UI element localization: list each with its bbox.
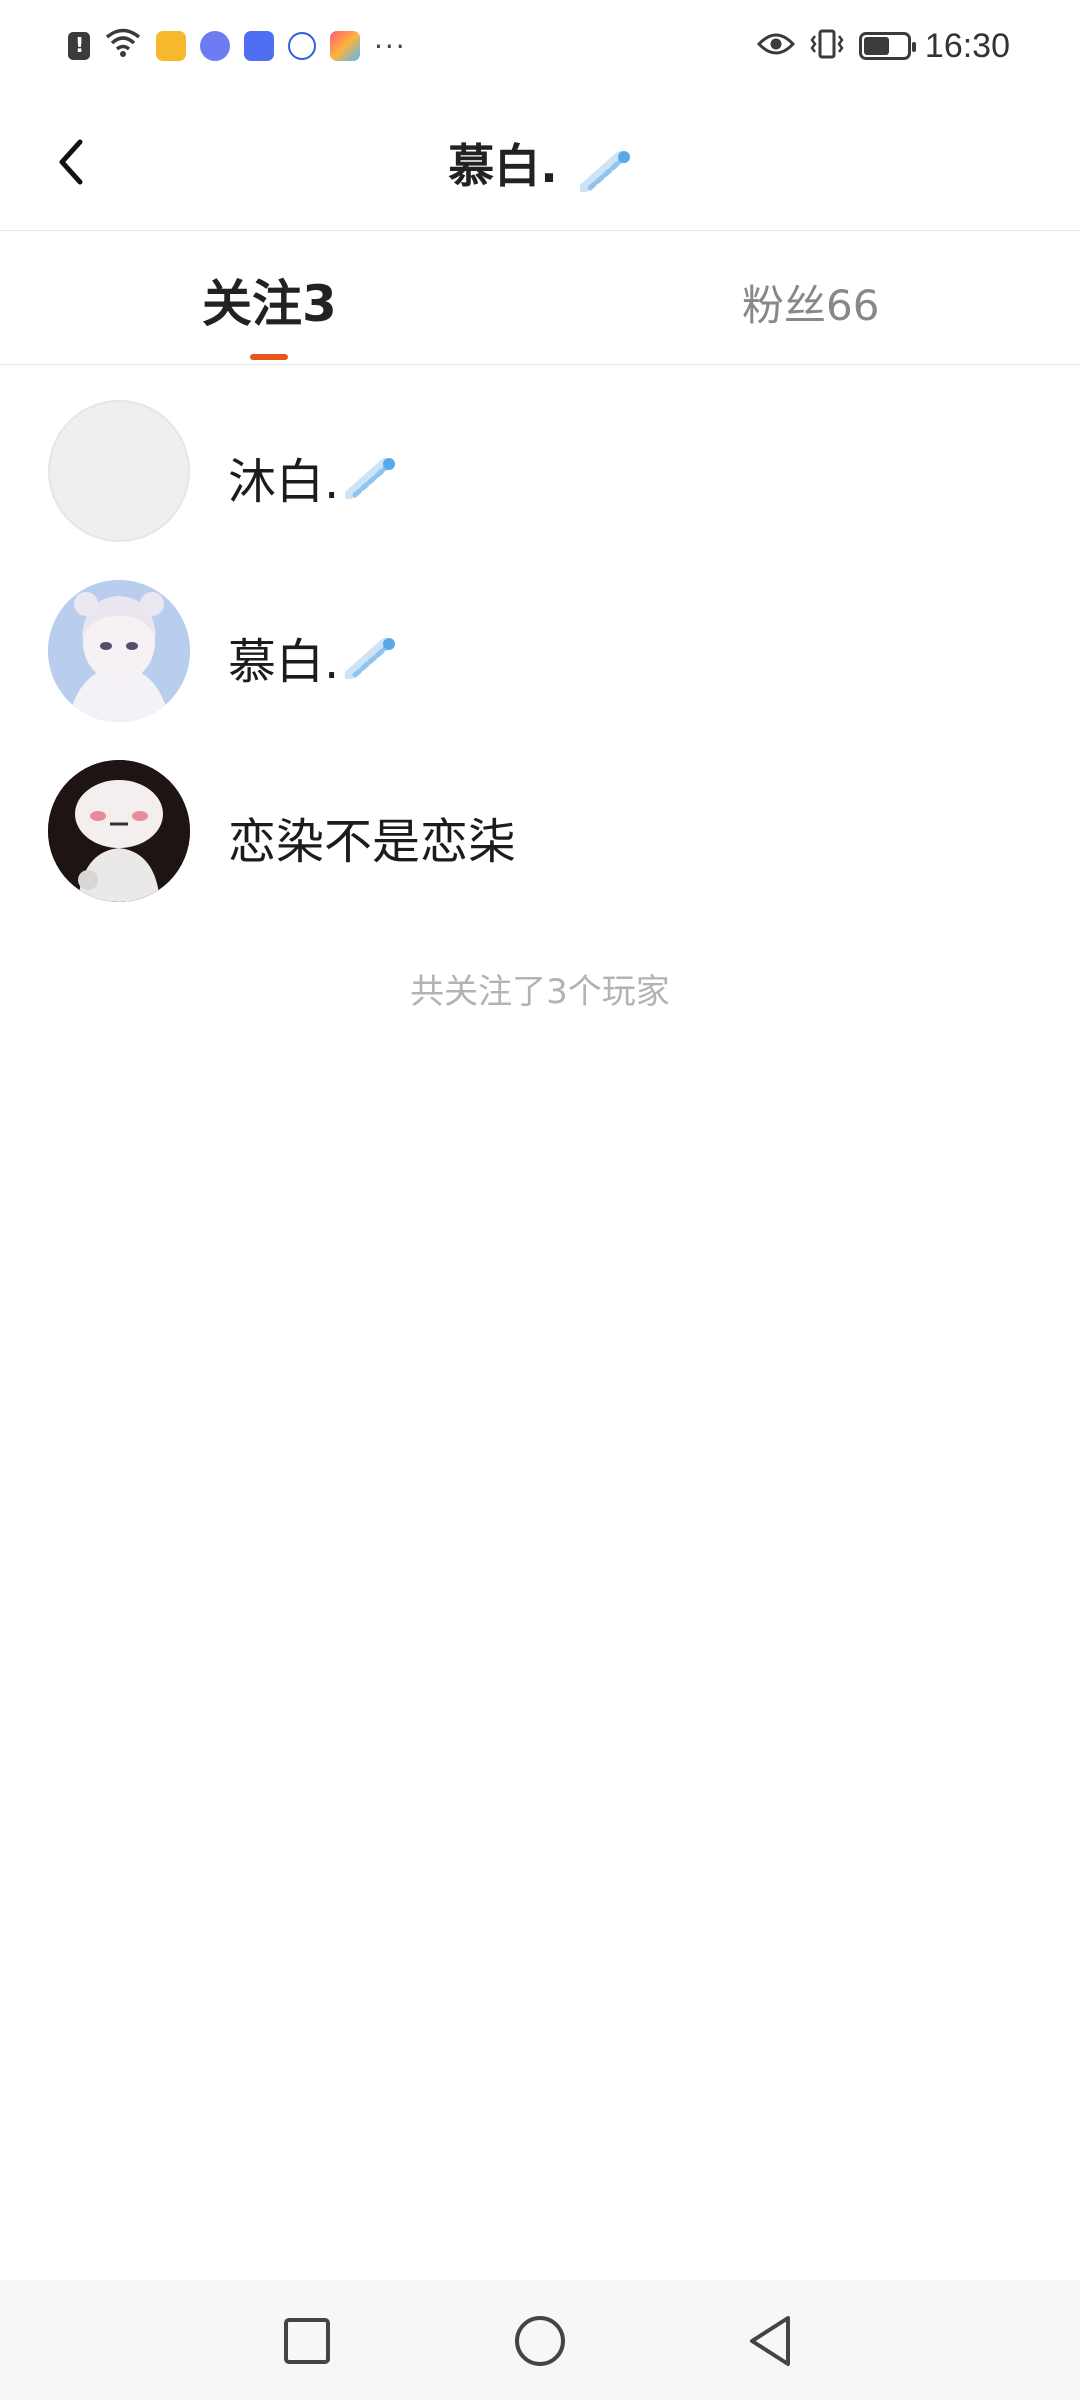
tab-following[interactable]: 关注3 xyxy=(202,264,337,336)
list-item[interactable]: 慕白. xyxy=(0,544,1080,724)
avatar[interactable] xyxy=(48,760,190,902)
alert-icon xyxy=(68,32,90,60)
avatar[interactable] xyxy=(48,400,190,542)
music-icon xyxy=(200,31,230,61)
status-right: 16:30 xyxy=(756,24,1010,68)
triangle-back-icon[interactable] xyxy=(736,2306,806,2376)
baidu-icon xyxy=(288,32,316,60)
user-name-text: 慕白. xyxy=(228,634,340,690)
tab-bar: 关注3 粉丝66 xyxy=(0,230,1080,365)
page-title: 慕白. xyxy=(0,130,1080,196)
list-item[interactable]: 沐白. xyxy=(0,364,1080,544)
user-name-text: 沐白. xyxy=(228,454,340,510)
wifi-icon xyxy=(104,27,142,65)
comet-badge-icon xyxy=(344,455,397,500)
circle-icon[interactable] xyxy=(505,2306,575,2376)
page-title-text: 慕白. xyxy=(448,139,558,193)
comet-badge-icon xyxy=(578,148,632,193)
more-notifications-icon: ··· xyxy=(374,29,407,63)
user-name: 慕白. xyxy=(228,622,397,692)
avatar[interactable] xyxy=(48,580,190,722)
app-yellow-icon xyxy=(156,31,186,61)
following-list: 沐白. 慕白. 恋染不是恋柒 xyxy=(0,364,1080,904)
comet-badge-icon xyxy=(344,635,397,680)
system-nav-bar xyxy=(0,2280,1080,2400)
square-icon[interactable] xyxy=(272,2306,342,2376)
following-summary: 共关注了3个玩家 xyxy=(410,972,670,1012)
status-time: 16:30 xyxy=(924,26,1010,65)
app-colorful-icon xyxy=(330,31,360,61)
status-left: ··· xyxy=(68,24,407,68)
user-name: 恋染不是恋柒 xyxy=(228,814,517,870)
header: 慕白. xyxy=(0,92,1080,231)
user-name: 沐白. xyxy=(228,442,397,512)
list-item[interactable]: 恋染不是恋柒 xyxy=(0,724,1080,904)
app-blue-icon xyxy=(244,31,274,61)
status-bar: ··· 16:30 xyxy=(0,0,1080,92)
tab-followers[interactable]: 粉丝66 xyxy=(742,272,879,333)
eye-icon xyxy=(756,30,795,62)
active-tab-indicator xyxy=(250,354,288,360)
battery-icon xyxy=(858,32,916,60)
vibrate-icon xyxy=(809,28,845,64)
